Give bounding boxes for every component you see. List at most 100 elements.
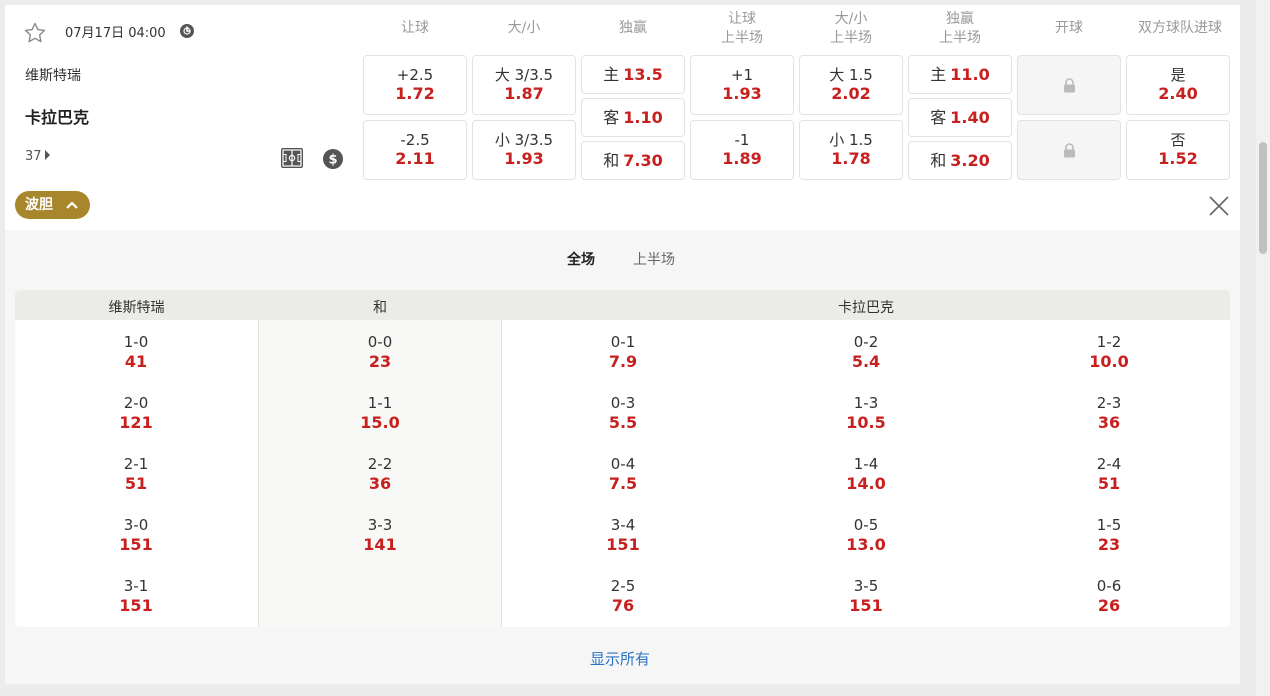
score-cell-away-col2-1-4[interactable]: 1-4 14.0 bbox=[806, 454, 926, 494]
score-odd: 10.5 bbox=[846, 413, 886, 432]
favorite-star-icon[interactable] bbox=[23, 21, 47, 45]
odds-cell-over-1h[interactable]: 大 1.5 2.02 bbox=[799, 55, 903, 115]
score-label: 0-4 bbox=[610, 455, 636, 473]
score-label: 0-2 bbox=[853, 333, 879, 351]
score-odd: 10.0 bbox=[1089, 352, 1129, 371]
correct-score-header: 维斯特瑞 和 卡拉巴克 bbox=[15, 290, 1230, 320]
score-odd: 5.4 bbox=[851, 352, 881, 371]
score-odd: 36 bbox=[368, 474, 392, 493]
score-label: 3-4 bbox=[610, 516, 636, 534]
score-label: 1-4 bbox=[853, 455, 879, 473]
score-cell-away-col2-0-2[interactable]: 0-2 5.4 bbox=[806, 332, 926, 372]
score-cell-home-3-1[interactable]: 3-1 151 bbox=[76, 576, 196, 616]
score-cell-away-col2-1-3[interactable]: 1-3 10.5 bbox=[806, 393, 926, 433]
odds-cell-handicap-away[interactable]: -2.5 2.11 bbox=[363, 120, 467, 180]
score-cell-away-col1-0-3[interactable]: 0-3 5.5 bbox=[563, 393, 683, 433]
odds-cell-over[interactable]: 大 3/3.5 1.87 bbox=[472, 55, 576, 115]
odds-cell-moneyline-home[interactable]: 主 13.5 bbox=[581, 55, 685, 94]
more-markets-link[interactable]: 37 bbox=[25, 149, 50, 164]
score-label: 0-6 bbox=[1096, 577, 1122, 595]
score-cell-away-col3-2-3[interactable]: 2-3 36 bbox=[1049, 393, 1169, 433]
lock-icon bbox=[1064, 78, 1075, 93]
score-odd: 151 bbox=[606, 535, 640, 554]
pitch-icon[interactable] bbox=[281, 148, 303, 168]
score-cell-away-col3-2-4[interactable]: 2-4 51 bbox=[1049, 454, 1169, 494]
score-odd: 7.9 bbox=[608, 352, 638, 371]
score-label: 3-3 bbox=[367, 516, 393, 534]
score-cell-away-col2-0-5[interactable]: 0-5 13.0 bbox=[806, 515, 926, 555]
header-over-under-1h: 大/小 上半场 bbox=[830, 11, 872, 46]
odds-cell-under-1h[interactable]: 小 1.5 1.78 bbox=[799, 120, 903, 180]
tab-full-time[interactable]: 全场 bbox=[567, 249, 595, 269]
score-label: 2-5 bbox=[610, 577, 636, 595]
score-label: 1-1 bbox=[367, 394, 393, 412]
column-header-home: 维斯特瑞 bbox=[108, 300, 165, 316]
odds-cell-handicap-home[interactable]: +2.5 1.72 bbox=[363, 55, 467, 115]
score-cell-away-col3-0-6[interactable]: 0-6 26 bbox=[1049, 576, 1169, 616]
header-handicap-1h: 让球 上半场 bbox=[721, 11, 763, 46]
chevron-up-icon bbox=[66, 201, 78, 209]
score-label: 2-2 bbox=[367, 455, 393, 473]
score-label: 0-0 bbox=[367, 333, 393, 351]
odds-cell-under[interactable]: 小 3/3.5 1.93 bbox=[472, 120, 576, 180]
odds-cell-moneyline-1h-away[interactable]: 客 1.40 bbox=[908, 98, 1012, 137]
header-btts: 双方球队进球 bbox=[1138, 20, 1222, 36]
away-team-name: 卡拉巴克 bbox=[25, 108, 90, 127]
column-header-away: 卡拉巴克 bbox=[838, 300, 894, 316]
score-label: 1-5 bbox=[1096, 516, 1122, 534]
correct-score-toggle-button[interactable]: 波胆 bbox=[15, 191, 90, 219]
clock-icon bbox=[180, 24, 194, 38]
odds-cell-btts-yes[interactable]: 是 2.40 bbox=[1126, 55, 1230, 115]
score-cell-away-col1-3-4[interactable]: 3-4 151 bbox=[563, 515, 683, 555]
odds-cell-moneyline-1h-home[interactable]: 主 11.0 bbox=[908, 55, 1012, 94]
score-odd: 151 bbox=[849, 596, 883, 615]
score-label: 0-1 bbox=[610, 333, 636, 351]
odds-cell-btts-no[interactable]: 否 1.52 bbox=[1126, 120, 1230, 180]
score-label: 1-0 bbox=[123, 333, 149, 351]
close-icon[interactable] bbox=[1208, 195, 1230, 217]
score-cell-home-1-0[interactable]: 1-0 41 bbox=[76, 332, 196, 372]
score-cell-home-2-0[interactable]: 2-0 121 bbox=[76, 393, 196, 433]
score-odd: 151 bbox=[119, 596, 153, 615]
more-markets-count: 37 bbox=[25, 149, 42, 164]
triangle-right-icon bbox=[44, 150, 50, 160]
svg-text:$: $ bbox=[328, 153, 337, 168]
odds-cell-moneyline-away[interactable]: 客 1.10 bbox=[581, 98, 685, 137]
score-odd: 14.0 bbox=[846, 474, 886, 493]
odds-cell-handicap-1h-away[interactable]: -1 1.89 bbox=[690, 120, 794, 180]
score-odd: 141 bbox=[363, 535, 397, 554]
score-cell-away-col3-1-5[interactable]: 1-5 23 bbox=[1049, 515, 1169, 555]
header-moneyline: 独赢 bbox=[619, 20, 647, 36]
score-cell-home-2-1[interactable]: 2-1 51 bbox=[76, 454, 196, 494]
dollar-icon[interactable]: $ bbox=[322, 148, 344, 170]
header-over-under: 大/小 bbox=[507, 20, 541, 36]
show-all-link[interactable]: 显示所有 bbox=[590, 648, 650, 669]
score-odd: 7.5 bbox=[608, 474, 638, 493]
match-row: 07月17日 04:00 维斯特瑞 卡拉巴克 37 $ 让球 大/小 独赢 让球… bbox=[5, 5, 1240, 230]
odds-cell-moneyline-draw[interactable]: 和 7.30 bbox=[581, 141, 685, 180]
page-scrollbar[interactable] bbox=[1256, 0, 1270, 696]
score-label: 3-1 bbox=[123, 577, 149, 595]
score-cell-draw-2-2[interactable]: 2-2 36 bbox=[320, 454, 440, 494]
score-odd: 15.0 bbox=[360, 413, 400, 432]
header-moneyline-1h: 独赢 上半场 bbox=[939, 11, 981, 46]
score-cell-away-col1-2-5[interactable]: 2-5 76 bbox=[563, 576, 683, 616]
column-header-draw: 和 bbox=[373, 300, 387, 316]
score-odd: 23 bbox=[368, 352, 392, 371]
score-odd: 26 bbox=[1097, 596, 1121, 615]
kickoff-cell-locked-1 bbox=[1017, 55, 1121, 115]
score-cell-home-3-0[interactable]: 3-0 151 bbox=[76, 515, 196, 555]
score-odd: 51 bbox=[1097, 474, 1121, 493]
score-cell-away-col1-0-4[interactable]: 0-4 7.5 bbox=[563, 454, 683, 494]
score-cell-away-col2-3-5[interactable]: 3-5 151 bbox=[806, 576, 926, 616]
scrollbar-thumb[interactable] bbox=[1259, 142, 1267, 254]
score-cell-away-col1-0-1[interactable]: 0-1 7.9 bbox=[563, 332, 683, 372]
score-cell-away-col3-1-2[interactable]: 1-2 10.0 bbox=[1049, 332, 1169, 372]
score-cell-draw-3-3[interactable]: 3-3 141 bbox=[320, 515, 440, 555]
tab-first-half[interactable]: 上半场 bbox=[633, 249, 675, 269]
score-cell-draw-0-0[interactable]: 0-0 23 bbox=[320, 332, 440, 372]
odds-cell-moneyline-1h-draw[interactable]: 和 3.20 bbox=[908, 141, 1012, 180]
match-card: 07月17日 04:00 维斯特瑞 卡拉巴克 37 $ 让球 大/小 独赢 让球… bbox=[5, 5, 1240, 684]
odds-cell-handicap-1h-home[interactable]: +1 1.93 bbox=[690, 55, 794, 115]
score-cell-draw-1-1[interactable]: 1-1 15.0 bbox=[320, 393, 440, 433]
